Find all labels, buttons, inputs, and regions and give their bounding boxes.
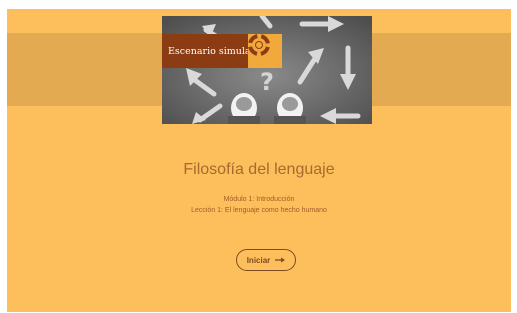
arrow-right-icon [275,256,286,265]
lifebuoy-icon [248,34,282,68]
hero-image: ? Escenario simulado [162,16,372,124]
start-button[interactable]: Iniciar [236,249,296,271]
svg-text:?: ? [260,68,274,96]
start-button-label: Iniciar [246,255,271,265]
course-title: Filosofía del lenguaje [183,161,335,178]
course-cover: ? Escenario simulado Filosofía del lengu… [7,9,511,312]
module-label: Módulo 1: Introducción [223,196,295,203]
shoes-and-arrows-photo: ? [162,16,372,124]
lesson-label: Lección 1: El lenguaje como hecho humano [191,207,327,214]
scenario-badge: Escenario simulado [162,34,282,68]
